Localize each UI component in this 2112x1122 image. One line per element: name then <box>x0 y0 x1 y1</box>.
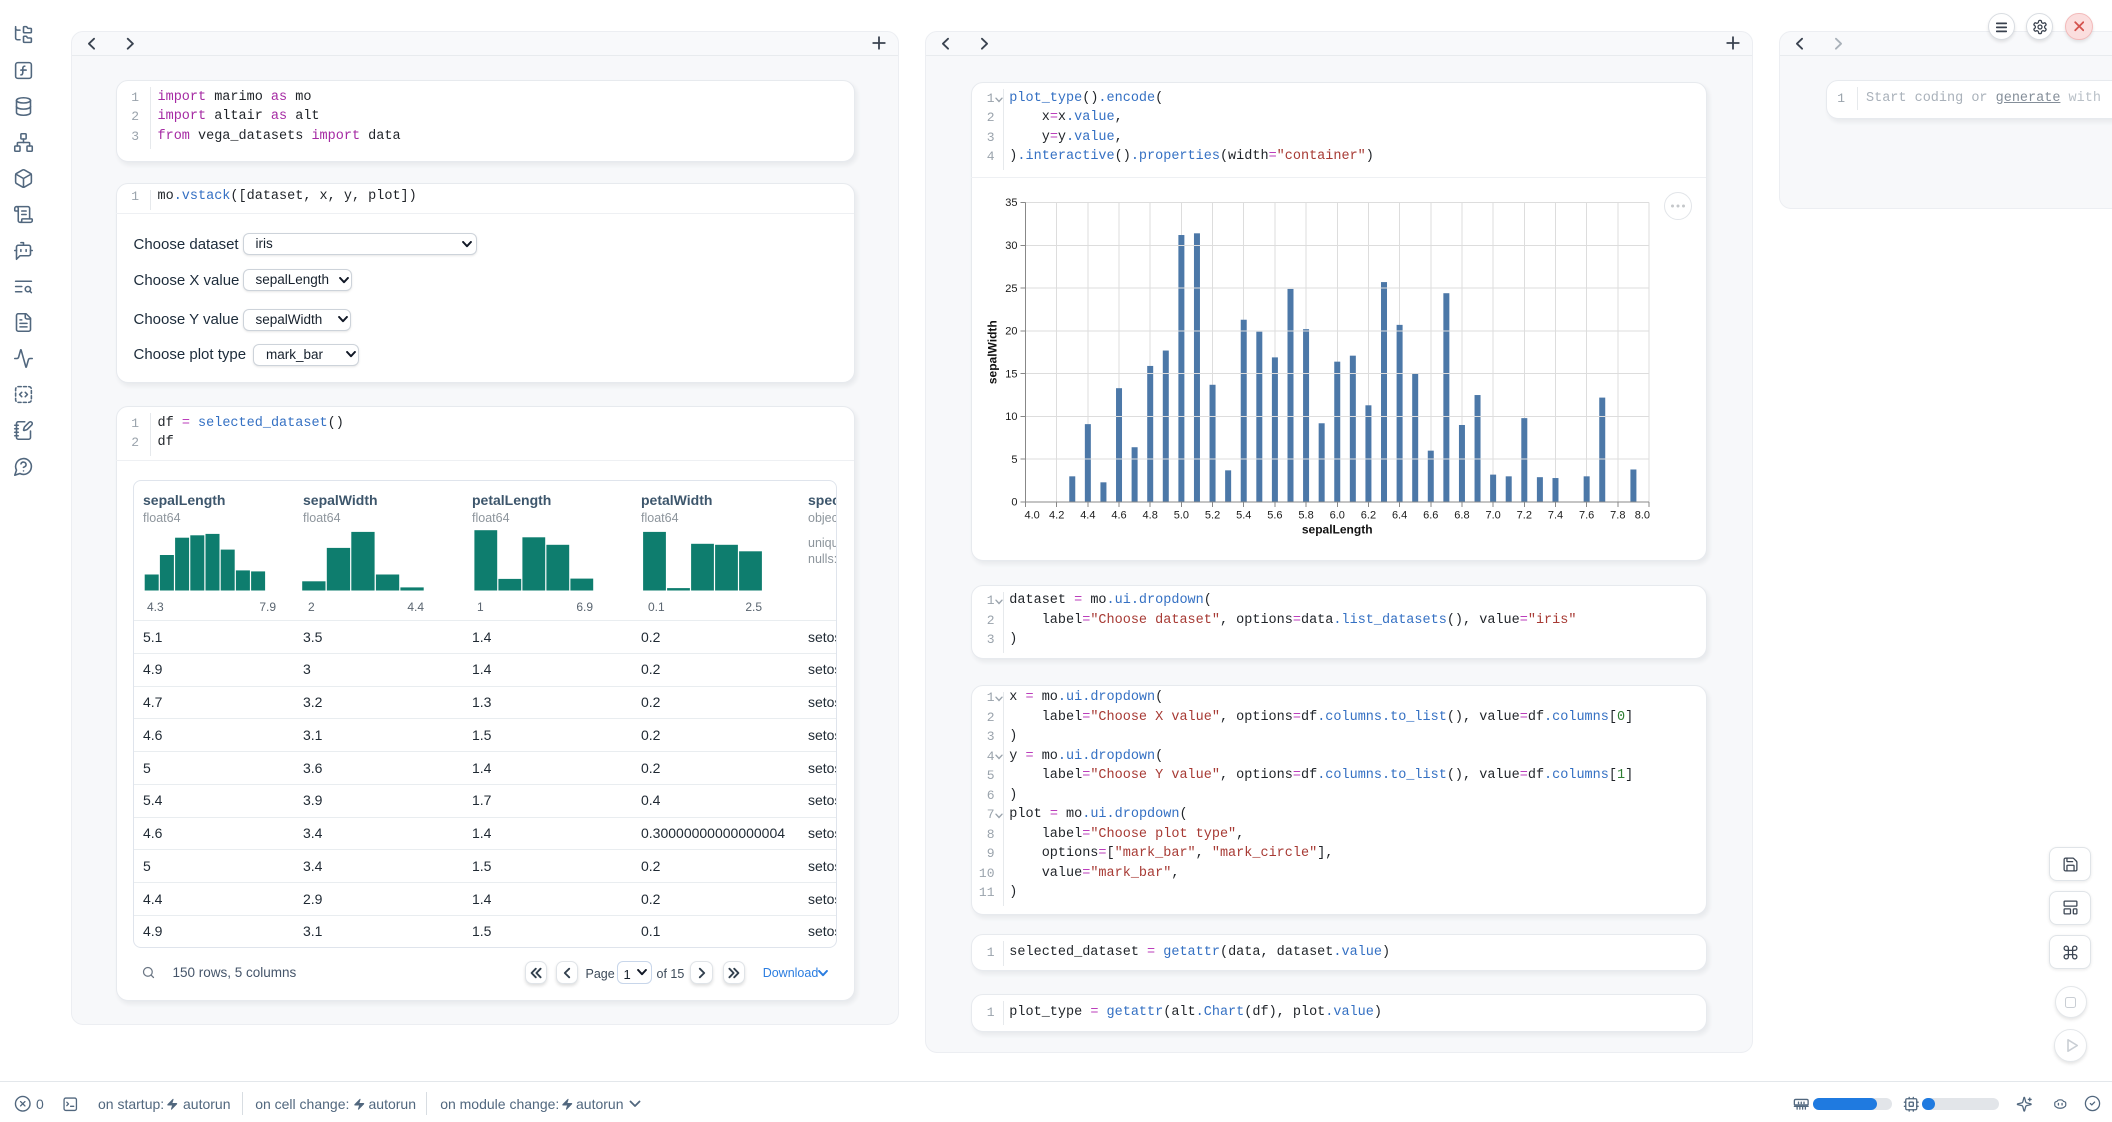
svg-text:4.4: 4.4 <box>1080 510 1095 522</box>
svg-text:7.2: 7.2 <box>1517 510 1532 522</box>
svg-text:4.8: 4.8 <box>1143 510 1158 522</box>
svg-text:6.4: 6.4 <box>1392 510 1407 522</box>
svg-text:5: 5 <box>1011 454 1017 466</box>
svg-text:7.6: 7.6 <box>1579 510 1594 522</box>
svg-text:6.8: 6.8 <box>1454 510 1469 522</box>
svg-text:15: 15 <box>1005 368 1017 380</box>
svg-text:sepalLength: sepalLength <box>1302 523 1373 537</box>
svg-text:7.4: 7.4 <box>1548 510 1563 522</box>
svg-text:5.8: 5.8 <box>1298 510 1313 522</box>
svg-text:5.4: 5.4 <box>1236 510 1251 522</box>
svg-text:10: 10 <box>1005 411 1017 423</box>
svg-text:7.0: 7.0 <box>1485 510 1500 522</box>
svg-text:20: 20 <box>1005 326 1017 338</box>
svg-text:7.8: 7.8 <box>1610 510 1625 522</box>
svg-text:5.2: 5.2 <box>1205 510 1220 522</box>
svg-text:5.6: 5.6 <box>1267 510 1282 522</box>
svg-text:6.0: 6.0 <box>1330 510 1345 522</box>
svg-text:35: 35 <box>1005 197 1017 209</box>
svg-text:0: 0 <box>1011 497 1017 509</box>
svg-text:6.6: 6.6 <box>1423 510 1438 522</box>
svg-text:4.6: 4.6 <box>1111 510 1126 522</box>
svg-text:4.2: 4.2 <box>1049 510 1064 522</box>
svg-text:4.0: 4.0 <box>1025 510 1040 522</box>
svg-text:30: 30 <box>1005 240 1017 252</box>
svg-text:25: 25 <box>1005 283 1017 295</box>
svg-text:sepalWidth: sepalWidth <box>986 320 1000 384</box>
svg-text:5.0: 5.0 <box>1174 510 1189 522</box>
svg-text:6.2: 6.2 <box>1361 510 1376 522</box>
svg-text:8.0: 8.0 <box>1635 510 1650 522</box>
